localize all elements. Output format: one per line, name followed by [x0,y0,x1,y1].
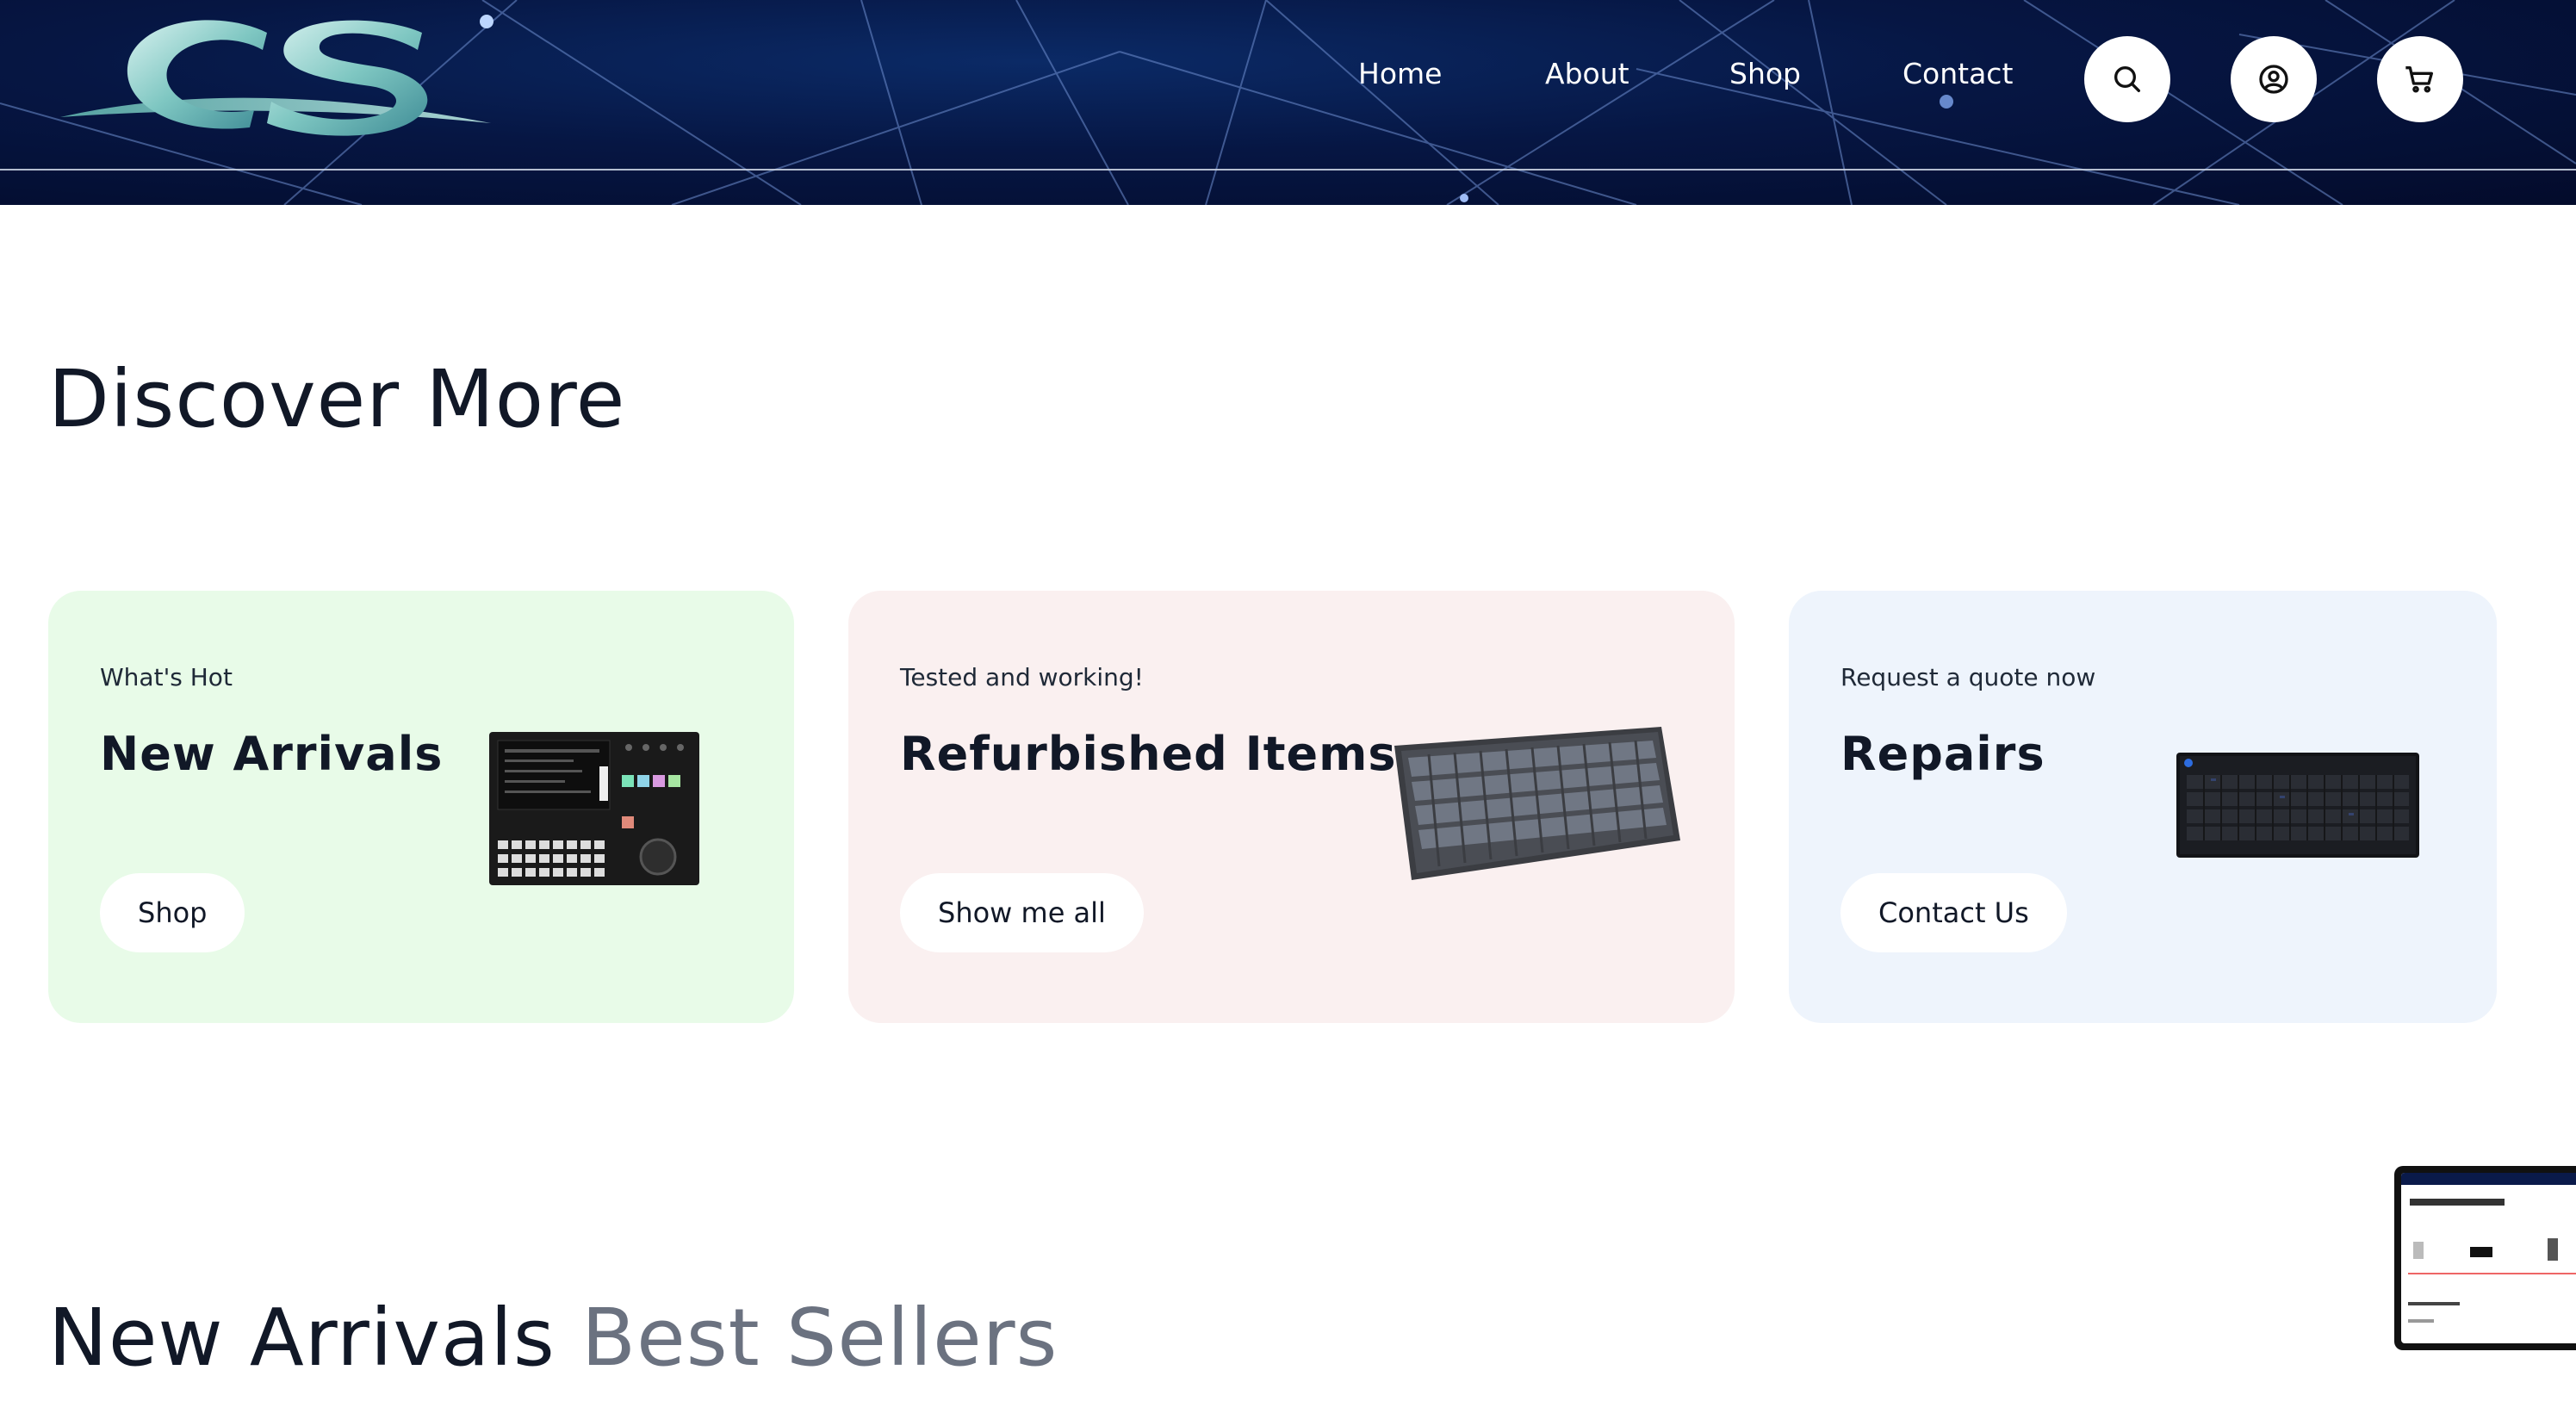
preview-image [2401,1173,2576,1323]
card-eyebrow: What's Hot [100,663,233,691]
screenshot-preview-thumbnail[interactable] [2394,1166,2576,1350]
tab-best-sellers[interactable]: Best Sellers [581,1292,1058,1384]
cart-button[interactable] [2377,36,2463,122]
shop-button[interactable]: Shop [100,873,245,952]
rgb-keyboard-product-image[interactable] [2176,753,2419,858]
search-icon [2114,66,2140,93]
contact-us-button[interactable]: Contact Us [1840,873,2067,952]
card-new-arrivals: What's Hot New Arrivals Shop [48,591,794,1023]
preview-content [2401,1173,2576,1343]
card-refurbished: Tested and working! Refurbished Items Sh… [848,591,1735,1023]
account-button[interactable] [2231,36,2317,122]
site-header: Home About Shop Contact [0,0,2576,205]
card-title: New Arrivals [100,727,444,781]
nav-shop[interactable]: Shop [1729,57,1801,90]
show-me-all-button[interactable]: Show me all [900,873,1144,952]
card-title: Refurbished Items [900,727,1397,781]
product-tabs: New Arrivals Best Sellers [48,1292,1058,1384]
discover-title: Discover More [48,353,626,445]
cs-logo[interactable] [52,7,500,153]
card-eyebrow: Tested and working! [900,663,1144,691]
header-divider [0,169,2576,170]
card-repairs: Request a quote now Repairs Contact Us [1789,591,2497,1023]
controller-product-image[interactable] [489,732,699,885]
keyboard-product-image[interactable] [1386,720,1687,884]
cart-icon [2405,66,2433,93]
card-eyebrow: Request a quote now [1840,663,2096,691]
nav-contact[interactable]: Contact [1903,57,2013,90]
tab-new-arrivals[interactable]: New Arrivals [48,1292,556,1384]
search-button[interactable] [2084,36,2170,122]
nav-home[interactable]: Home [1358,57,1442,90]
card-title: Repairs [1840,727,2045,781]
nav-about[interactable]: About [1545,57,1629,90]
account-icon [2259,65,2288,94]
